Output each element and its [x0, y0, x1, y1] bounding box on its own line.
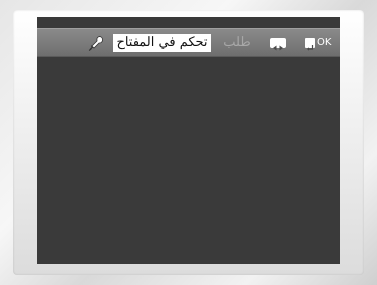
key-control-field[interactable]: تحكم في المفتاح [113, 34, 211, 52]
left-right-arrows-icon [270, 38, 286, 51]
request-label: طلب [223, 35, 251, 50]
microphone-icon[interactable] [87, 34, 105, 52]
ok-label: OK [317, 37, 332, 48]
voice-control-bar: تحكم في المفتاح طلب OK [37, 28, 340, 57]
enter-icon [305, 38, 315, 51]
top-strip [37, 17, 340, 27]
tv-screen: تحكم في المفتاح طلب OK [37, 17, 340, 264]
